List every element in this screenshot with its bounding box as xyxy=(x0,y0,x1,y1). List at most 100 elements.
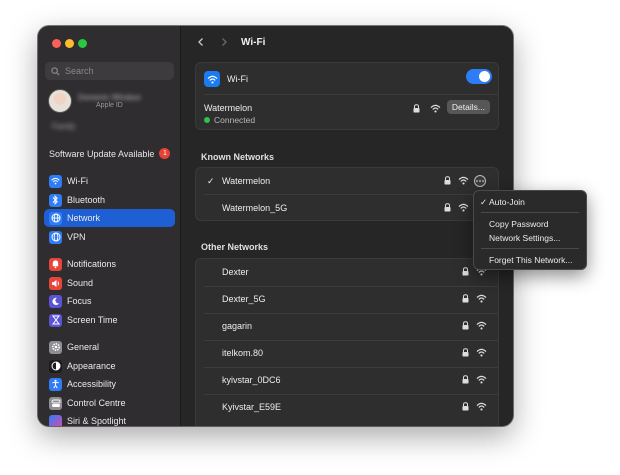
network-name: Dexter xyxy=(222,267,249,277)
wifi-signal-icon xyxy=(476,402,487,411)
network-name: itelkom.80 xyxy=(222,348,264,358)
sidebar-item-screen-time[interactable]: Screen Time xyxy=(44,311,175,329)
known-network-row[interactable]: ✓ Watermelon xyxy=(196,168,498,195)
family-item[interactable]: Family xyxy=(52,122,76,131)
sidebar-item-label: Control Centre xyxy=(67,398,126,408)
sidebar-item-network[interactable]: Network xyxy=(44,209,175,227)
other-networks-list: Dexter Dexter_5G gagarin itelkom.80 kyiv… xyxy=(195,258,499,426)
page-title: Wi-Fi xyxy=(241,37,266,48)
lock-icon xyxy=(462,348,469,357)
search-icon xyxy=(51,66,60,76)
network-name: Kyivstar_E59E xyxy=(222,402,282,412)
other-networks-heading: Other Networks xyxy=(201,242,269,252)
network-name: Watermelon_5G xyxy=(222,203,288,213)
other-network-row[interactable]: itelkom.80 xyxy=(196,340,498,367)
connection-status-label: Connected xyxy=(214,115,256,125)
main-content: Wi-Fi Wi-Fi Watermelon Connected Details… xyxy=(181,26,513,426)
divider xyxy=(204,94,498,95)
sidebar-item-label: Screen Time xyxy=(67,315,118,325)
minimize-window-button[interactable] xyxy=(65,39,74,48)
moon-icon xyxy=(49,294,62,308)
network-name: Watermelon xyxy=(222,176,271,186)
sidebar-item-label: Appearance xyxy=(67,361,116,371)
apple-id-account[interactable]: Domenic Windsor Apple ID xyxy=(48,89,141,113)
network-name: gagarin xyxy=(222,321,253,331)
wifi-signal-icon xyxy=(430,104,441,113)
close-window-button[interactable] xyxy=(52,39,61,48)
sidebar-item-notifications[interactable]: Notifications xyxy=(44,255,175,273)
wifi-toggle[interactable] xyxy=(466,69,492,84)
network-context-menu: ✓ Auto-Join Copy Password Network Settin… xyxy=(473,190,587,270)
search-input[interactable] xyxy=(65,66,165,76)
more-options-button[interactable] xyxy=(474,175,486,187)
zoom-window-button[interactable] xyxy=(78,39,87,48)
appearance-icon xyxy=(49,359,62,373)
wifi-signal-icon xyxy=(458,176,469,185)
account-name: Domenic Windsor xyxy=(78,93,142,102)
other-network-row[interactable]: Kyivstar_E59E xyxy=(196,394,498,421)
wifi-icon xyxy=(204,71,220,87)
sidebar-item-vpn[interactable]: VPN xyxy=(44,228,175,246)
menu-item-copy-password[interactable]: Copy Password xyxy=(489,219,549,229)
sidebar-item-focus[interactable]: Focus xyxy=(44,292,175,310)
menu-separator xyxy=(481,248,579,249)
menu-item-network-settings[interactable]: Network Settings... xyxy=(489,233,560,243)
sidebar-item-label: Bluetooth xyxy=(67,195,106,205)
network-name: Dexter_5G xyxy=(222,294,266,304)
known-network-row[interactable]: Watermelon_5G xyxy=(196,195,498,222)
lock-icon xyxy=(462,375,469,384)
sidebar-item-label: General xyxy=(67,342,100,352)
wifi-signal-icon xyxy=(476,375,487,384)
lock-icon xyxy=(462,267,469,276)
menu-separator xyxy=(481,212,579,213)
connection-status: Connected xyxy=(204,115,255,125)
sidebar-item-siri-spotlight[interactable]: Siri & Spotlight xyxy=(44,412,175,426)
known-networks-heading: Known Networks xyxy=(201,152,275,162)
sidebar-item-label: Wi-Fi xyxy=(67,176,88,186)
sidebar: Domenic Windsor Apple ID Family Software… xyxy=(38,26,181,426)
sidebar-item-label: Network xyxy=(67,213,101,223)
menu-item-auto-join[interactable]: Auto-Join xyxy=(489,197,525,207)
other-network-row[interactable]: Dexter_5G xyxy=(196,286,498,313)
current-network-name: Watermelon xyxy=(204,103,253,113)
wifi-toggle-label: Wi-Fi xyxy=(227,74,248,84)
globe-icon xyxy=(49,211,62,225)
sidebar-item-appearance[interactable]: Appearance xyxy=(44,357,175,375)
sidebar-item-label: Sound xyxy=(67,278,94,288)
software-update-item[interactable]: Software Update Available 1 xyxy=(49,148,171,159)
sidebar-item-bluetooth[interactable]: Bluetooth xyxy=(44,191,175,209)
accessibility-icon xyxy=(49,377,62,391)
other-network-row[interactable]: gagarin xyxy=(196,313,498,340)
wifi-signal-icon xyxy=(458,203,469,212)
chevron-back-icon[interactable] xyxy=(196,37,206,47)
sidebar-item-general[interactable]: General xyxy=(44,338,175,356)
sidebar-item-label: Siri & Spotlight xyxy=(67,416,127,426)
sidebar-item-control-centre[interactable]: Control Centre xyxy=(44,394,175,412)
gear-icon xyxy=(49,340,62,354)
lock-icon xyxy=(444,176,451,185)
bell-icon xyxy=(49,257,62,271)
search-field[interactable] xyxy=(45,62,174,80)
speaker-icon xyxy=(49,276,62,290)
connected-checkmark-icon: ✓ xyxy=(207,176,215,186)
sidebar-item-label: Accessibility xyxy=(67,379,117,389)
vpn-globe-icon xyxy=(49,230,62,244)
sidebar-item-label: Focus xyxy=(67,296,92,306)
connected-dot xyxy=(204,117,210,123)
account-subtitle: Apple ID xyxy=(96,102,123,109)
other-network-row[interactable]: Dexter xyxy=(196,259,498,286)
sidebar-item-accessibility[interactable]: Accessibility xyxy=(44,375,175,393)
sidebar-item-sound[interactable]: Sound xyxy=(44,274,175,292)
menu-item-forget-network[interactable]: Forget This Network... xyxy=(489,255,572,265)
other-network-row[interactable]: kyivstar_0DC6 xyxy=(196,367,498,394)
wifi-signal-icon xyxy=(476,294,487,303)
details-button[interactable]: Details... xyxy=(446,100,490,114)
wifi-signal-icon xyxy=(476,321,487,330)
ellipsis-icon xyxy=(476,180,484,182)
lock-icon xyxy=(413,104,420,113)
chevron-forward-icon[interactable] xyxy=(219,37,229,47)
avatar xyxy=(48,89,72,113)
sidebar-item-label: Notifications xyxy=(67,259,117,269)
wifi-signal-icon xyxy=(476,348,487,357)
sidebar-item-wifi[interactable]: Wi-Fi xyxy=(44,172,175,190)
